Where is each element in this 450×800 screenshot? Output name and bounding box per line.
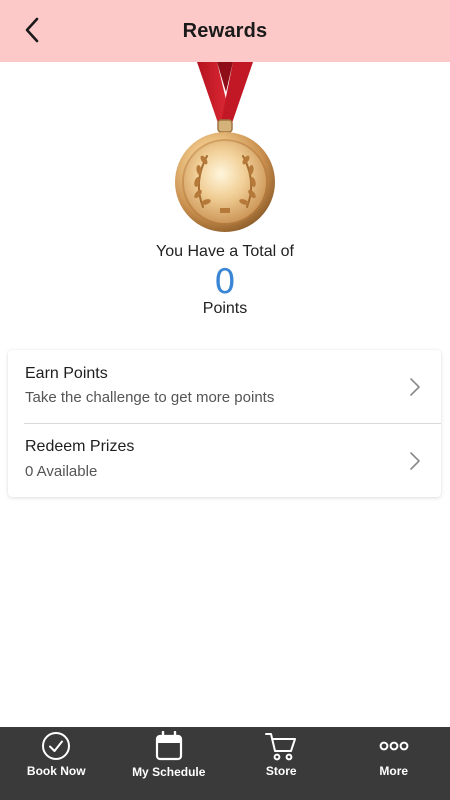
tab-more[interactable]: More [338, 727, 450, 800]
tab-store[interactable]: Store [225, 727, 338, 800]
total-label: You Have a Total of [156, 243, 294, 260]
earn-points-row[interactable]: Earn Points Take the challenge to get mo… [8, 350, 441, 423]
calendar-icon [153, 730, 185, 762]
chevron-right-icon [410, 452, 420, 470]
redeem-prizes-subtitle: 0 Available [25, 463, 98, 480]
back-button[interactable] [12, 10, 52, 50]
medal-icon [165, 62, 285, 242]
back-arrow-icon [25, 17, 39, 43]
chevron-right-icon [410, 378, 420, 396]
app-header: Rewards [0, 0, 450, 62]
check-circle-icon [40, 730, 72, 762]
rewards-menu-card: Earn Points Take the challenge to get mo… [8, 350, 441, 497]
tab-my-schedule[interactable]: My Schedule [113, 727, 226, 800]
tab-label: My Schedule [132, 765, 206, 779]
redeem-prizes-title: Redeem Prizes [25, 438, 135, 455]
earn-points-subtitle: Take the challenge to get more points [25, 389, 275, 406]
tab-label: Store [265, 764, 297, 778]
redeem-prizes-row[interactable]: Redeem Prizes 0 Available [8, 424, 441, 497]
points-value: 0 [214, 262, 236, 302]
tab-book-now[interactable]: Book Now [0, 727, 113, 800]
page-title: Rewards [182, 19, 268, 42]
cart-icon [265, 730, 297, 762]
tab-label: Book Now [26, 764, 86, 778]
more-dots-icon [378, 730, 410, 762]
tab-label: More [379, 764, 409, 778]
earn-points-title: Earn Points [25, 365, 108, 382]
points-unit-label: Points [202, 300, 248, 317]
bottom-tab-bar: Book Now My Schedule Store More [0, 727, 450, 800]
